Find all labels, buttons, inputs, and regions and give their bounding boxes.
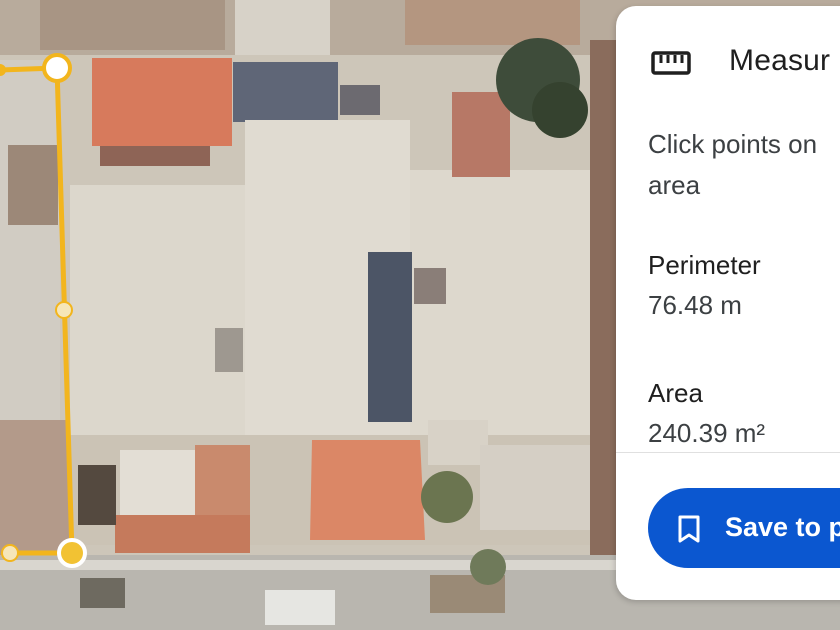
- area-label: Area: [648, 378, 703, 408]
- save-button-label: Save to p: [725, 512, 840, 542]
- instructions-text: Click points on area: [648, 124, 840, 206]
- panel-header: Measur: [616, 6, 840, 116]
- save-button[interactable]: Save to p: [648, 488, 840, 568]
- instructions-line-2: area: [648, 170, 701, 200]
- measure-panel: Measur Click points on area Perimeter 76…: [616, 6, 840, 600]
- ruler-icon: [651, 51, 691, 75]
- perimeter-value: 76.48 m: [648, 290, 742, 320]
- bookmark-icon: [678, 515, 700, 543]
- area-value: 240.39 m²: [648, 418, 766, 448]
- panel-divider: [616, 452, 840, 453]
- perimeter-label: Perimeter: [648, 250, 761, 280]
- instructions-line-1: Click points on: [648, 129, 818, 159]
- panel-title: Measur: [729, 44, 831, 77]
